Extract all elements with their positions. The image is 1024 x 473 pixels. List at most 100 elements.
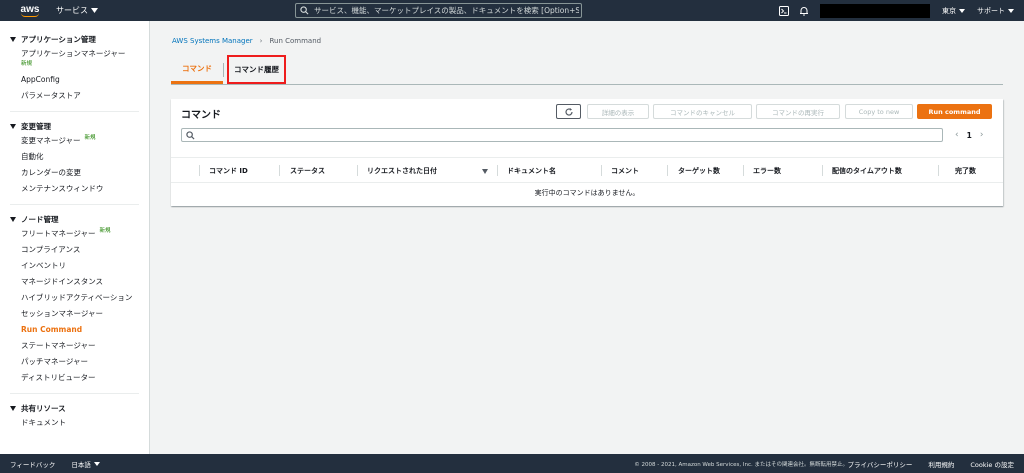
column-comment[interactable]: コメント — [611, 158, 639, 183]
services-menu[interactable]: サービス — [56, 5, 98, 16]
sidebar-item-state-manager[interactable]: ステートマネージャー — [10, 337, 149, 353]
sidebar-item-maintenance-windows[interactable]: メンテナンスウィンドウ — [10, 180, 149, 196]
chevron-right-icon[interactable]: › — [980, 130, 984, 140]
sidebar-item-appconfig[interactable]: AppConfig — [10, 71, 149, 87]
refresh-button[interactable] — [556, 104, 581, 119]
view-details-button[interactable]: 詳細の表示 — [587, 104, 649, 119]
expand-triangle-icon — [10, 123, 16, 129]
filter-input[interactable] — [199, 131, 939, 139]
breadcrumb-separator-icon: › — [259, 37, 263, 45]
column-target-count[interactable]: ターゲット数 — [678, 158, 720, 183]
column-delivery-timeout-count[interactable]: 配信のタイムアウト数 — [832, 158, 902, 183]
column-divider — [822, 165, 823, 176]
breadcrumb-root-link[interactable]: AWS Systems Manager — [172, 37, 253, 45]
sidebar-item-hybrid-activations[interactable]: ハイブリッドアクティベーション — [10, 289, 149, 305]
column-requested-date[interactable]: リクエストされた日付 — [367, 158, 437, 183]
breadcrumb-current: Run Command — [269, 37, 322, 45]
new-badge: 新規 — [99, 228, 111, 234]
sidebar-item-distributor[interactable]: ディストリビューター — [10, 369, 149, 385]
aws-smile-icon — [21, 13, 39, 17]
column-divider — [743, 165, 744, 176]
sidebar-item-patch-manager[interactable]: パッチマネージャー — [10, 353, 149, 369]
refresh-icon — [564, 107, 573, 116]
copy-to-new-button[interactable]: Copy to new — [845, 104, 913, 119]
sidebar-section-node-management: ノード管理 フリートマネージャー 新規 コンプライアンス インベントリ マネージド… — [0, 213, 149, 385]
footer: フィードバック 日本語 © 2008 - 2021, Amazon Web Se… — [0, 454, 1024, 473]
search-icon — [186, 130, 195, 140]
panel-title: コマンド — [181, 110, 221, 121]
global-search[interactable] — [295, 3, 582, 18]
sort-descending-icon[interactable] — [482, 169, 488, 174]
region-menu[interactable]: 東京 — [942, 6, 965, 16]
new-badge: 新規 — [84, 135, 96, 141]
sidebar-item-compliance[interactable]: コンプライアンス — [10, 241, 149, 257]
expand-triangle-icon — [10, 216, 16, 222]
column-divider — [279, 165, 280, 176]
sidebar-item-application-manager[interactable]: アプリケーションマネージャー 新規 — [10, 45, 149, 71]
table-header: コマンド ID ステータス リクエストされた日付 ドキュメント名 コメント ター… — [171, 157, 1003, 183]
services-label: サービス — [56, 6, 88, 15]
sidebar-item-session-manager[interactable]: セッションマネージャー — [10, 305, 149, 321]
sidebar-item-run-command[interactable]: Run Command — [10, 321, 149, 337]
pagination: ‹ 1 › — [955, 128, 983, 142]
sidebar-section-header[interactable]: 共有リソース — [10, 402, 149, 414]
language-selector[interactable]: 日本語 — [71, 459, 100, 469]
column-error-count[interactable]: エラー数 — [753, 158, 781, 183]
top-navigation: aws サービス 東京 サポート — [0, 0, 1024, 21]
sidebar-section-header[interactable]: アプリケーション管理 — [10, 33, 149, 45]
sidebar-divider — [10, 111, 139, 112]
tab-command-history[interactable]: コマンド履歴 — [227, 55, 286, 84]
column-divider — [199, 165, 200, 176]
privacy-policy-link[interactable]: プライバシーポリシー — [847, 459, 912, 469]
tab-commands[interactable]: コマンド — [171, 55, 223, 84]
region-label: 東京 — [942, 6, 956, 15]
cancel-command-button[interactable]: コマンドのキャンセル — [653, 104, 752, 119]
expand-triangle-icon — [10, 405, 16, 411]
rerun-command-button[interactable]: コマンドの再実行 — [756, 104, 840, 119]
terms-link[interactable]: 利用規約 — [928, 459, 954, 469]
cloudshell-icon[interactable] — [779, 5, 789, 16]
bell-icon[interactable] — [799, 6, 809, 16]
feedback-link[interactable]: フィードバック — [10, 459, 55, 469]
cookie-settings-link[interactable]: Cookie の設定 — [970, 459, 1014, 469]
support-menu[interactable]: サポート — [977, 6, 1014, 16]
expand-triangle-icon — [10, 36, 16, 42]
account-menu-redacted[interactable] — [820, 3, 930, 18]
commands-panel: コマンド 詳細の表示 コマンドのキャンセル コマンドの再実行 Copy to n… — [171, 99, 1003, 206]
sidebar-item-managed-instances[interactable]: マネージドインスタンス — [10, 273, 149, 289]
sidebar-item-change-calendar[interactable]: カレンダーの変更 — [10, 164, 149, 180]
sidebar-item-automation[interactable]: 自動化 — [10, 148, 149, 164]
sidebar-item-fleet-manager[interactable]: フリートマネージャー 新規 — [10, 225, 149, 241]
column-divider — [667, 165, 668, 176]
column-status[interactable]: ステータス — [290, 158, 325, 183]
breadcrumb: AWS Systems Manager › Run Command — [172, 37, 321, 45]
copyright-text: © 2008 - 2021, Amazon Web Services, Inc.… — [634, 461, 848, 468]
column-document-name[interactable]: ドキュメント名 — [507, 158, 556, 183]
sidebar-divider — [10, 393, 139, 394]
empty-table-message: 実行中のコマンドはありません。 — [534, 189, 640, 197]
sidebar-section-app-management: アプリケーション管理 アプリケーションマネージャー 新規 AppConfig パ… — [0, 33, 149, 103]
footer-links: プライバシーポリシー 利用規約 Cookie の設定 — [847, 459, 1014, 469]
aws-logo[interactable]: aws — [10, 0, 50, 21]
caret-down-icon — [91, 8, 98, 13]
tab-separator — [223, 63, 224, 77]
search-input[interactable] — [314, 6, 579, 15]
column-completed-count[interactable]: 完了数 — [955, 158, 976, 183]
filter-box[interactable] — [181, 128, 943, 142]
column-command-id[interactable]: コマンド ID — [209, 158, 248, 183]
sidebar-item-change-manager[interactable]: 変更マネージャー 新規 — [10, 132, 149, 148]
sidebar-section-header[interactable]: 変更管理 — [10, 120, 149, 132]
sidebar-item-documents[interactable]: ドキュメント — [10, 414, 149, 430]
current-page[interactable]: 1 — [967, 131, 972, 140]
column-divider — [601, 165, 602, 176]
sidebar-section-shared-resources: 共有リソース ドキュメント — [0, 402, 149, 430]
chevron-left-icon[interactable]: ‹ — [955, 130, 959, 140]
sidebar-item-parameter-store[interactable]: パラメータストア — [10, 87, 149, 103]
sidebar-divider — [10, 204, 139, 205]
sidebar-item-inventory[interactable]: インベントリ — [10, 257, 149, 273]
sidebar-section-change-management: 変更管理 変更マネージャー 新規 自動化 カレンダーの変更 メンテナンスウィンドウ — [0, 120, 149, 196]
run-command-button[interactable]: Run command — [917, 104, 992, 119]
tab-bar: コマンド コマンド履歴 — [171, 55, 1003, 85]
new-badge: 新規 — [21, 61, 33, 67]
sidebar-section-header[interactable]: ノード管理 — [10, 213, 149, 225]
